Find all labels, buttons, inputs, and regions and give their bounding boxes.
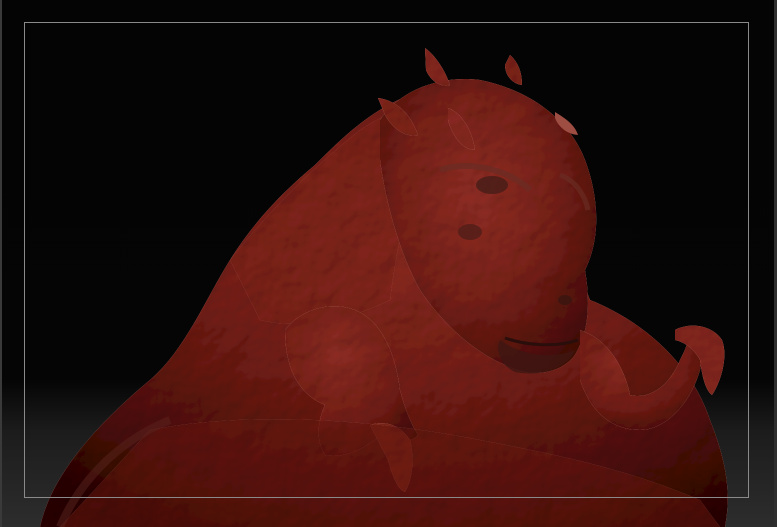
horn-back	[505, 55, 522, 85]
sculpt-viewport[interactable]	[0, 0, 777, 527]
creature-sculpt-model[interactable]	[0, 0, 777, 527]
horn-top	[425, 48, 450, 86]
